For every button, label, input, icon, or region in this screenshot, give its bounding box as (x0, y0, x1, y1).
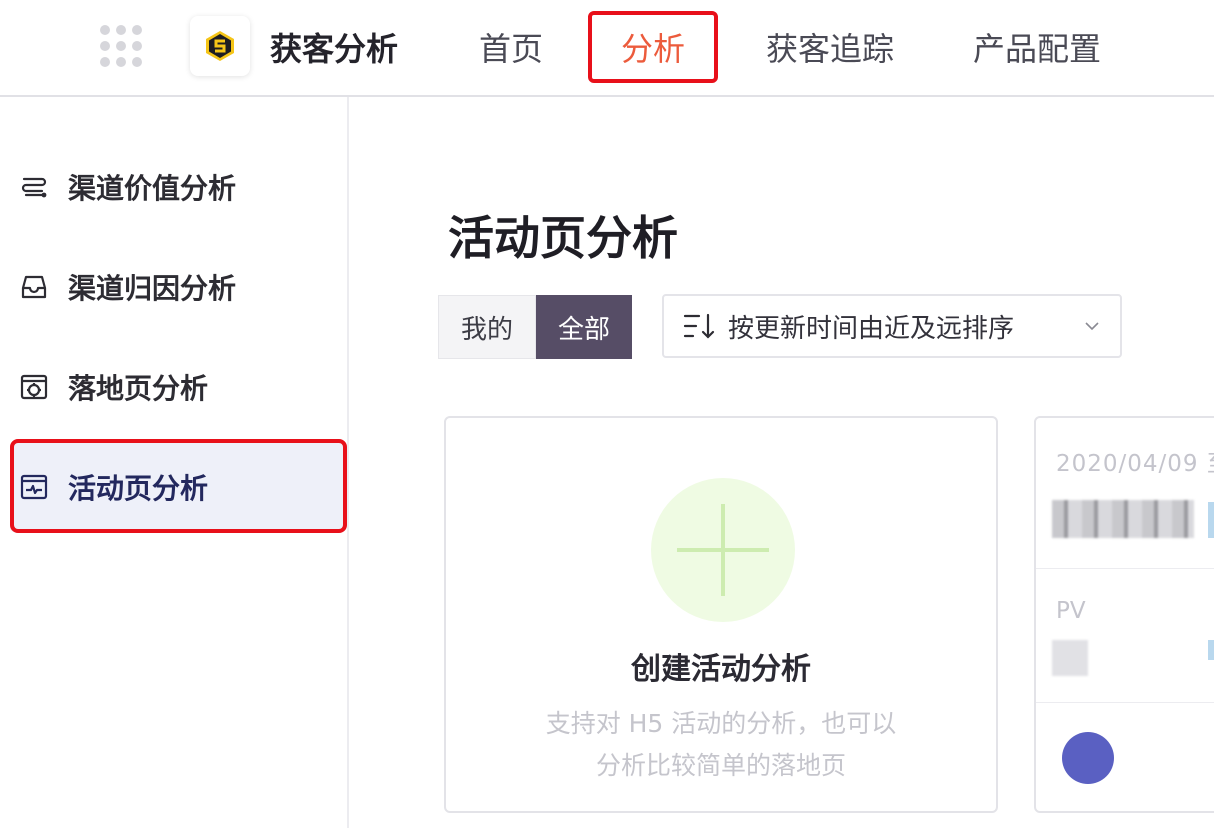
pv-value-redacted (1052, 640, 1088, 676)
nav-analysis-highlight (588, 11, 718, 83)
apps-grid-icon[interactable] (100, 25, 142, 67)
redacted-strip (1208, 640, 1214, 660)
activity-name-redacted (1052, 500, 1194, 538)
app-name: 获客分析 (270, 30, 399, 68)
create-activity-card[interactable]: 创建活动分析 支持对 H5 活动的分析，也可以 分析比较简单的落地页 (444, 416, 998, 813)
sidebar-activity-highlight (10, 439, 347, 533)
filter-segment: 我的 全部 (438, 295, 633, 359)
tab-mine[interactable]: 我的 (438, 295, 537, 359)
nav-home[interactable]: 首页 (479, 24, 543, 70)
sidebar-item-channel-attribution[interactable]: 渠道归因分析 (10, 242, 346, 332)
sidebar-item-channel-value[interactable]: 渠道价值分析 (10, 142, 346, 232)
chevron-down-icon (1085, 322, 1099, 331)
logo-icon (206, 31, 234, 61)
create-card-title: 创建活动分析 (631, 652, 811, 687)
activity-card[interactable]: 2020/04/09 至 PV (1034, 416, 1214, 813)
plus-icon (651, 478, 795, 622)
card-divider (1036, 568, 1214, 569)
sidebar-item-label: 落地页分析 (68, 372, 209, 405)
sidebar-item-label: 渠道归因分析 (68, 272, 237, 305)
pv-label: PV (1056, 598, 1086, 624)
nav-acquisition-tracking[interactable]: 获客追踪 (766, 24, 894, 70)
page-title: 活动页分析 (448, 211, 678, 265)
target-window-icon (20, 373, 48, 401)
avatar[interactable] (1062, 732, 1114, 784)
sort-label: 按更新时间由近及远排序 (728, 313, 1015, 344)
app-logo[interactable] (190, 16, 250, 76)
channel-value-icon (20, 173, 48, 201)
sort-icon (683, 313, 715, 339)
activity-date-range: 2020/04/09 至 (1056, 451, 1214, 477)
inbox-tray-icon (20, 273, 48, 301)
create-card-desc-line2: 分析比较简单的落地页 (595, 751, 846, 780)
nav-product-config[interactable]: 产品配置 (973, 24, 1101, 70)
card-divider (1036, 702, 1214, 703)
tab-all[interactable]: 全部 (536, 295, 633, 359)
sort-dropdown[interactable]: 按更新时间由近及远排序 (662, 294, 1122, 358)
create-card-desc-line1: 支持对 H5 活动的分析，也可以 (545, 709, 897, 738)
top-bar: 获客分析 首页 分析 获客追踪 产品配置 (0, 0, 1214, 97)
sidebar-item-landing-page[interactable]: 落地页分析 (10, 342, 346, 432)
sidebar-item-label: 渠道价值分析 (68, 172, 237, 205)
redacted-strip (1208, 502, 1214, 538)
